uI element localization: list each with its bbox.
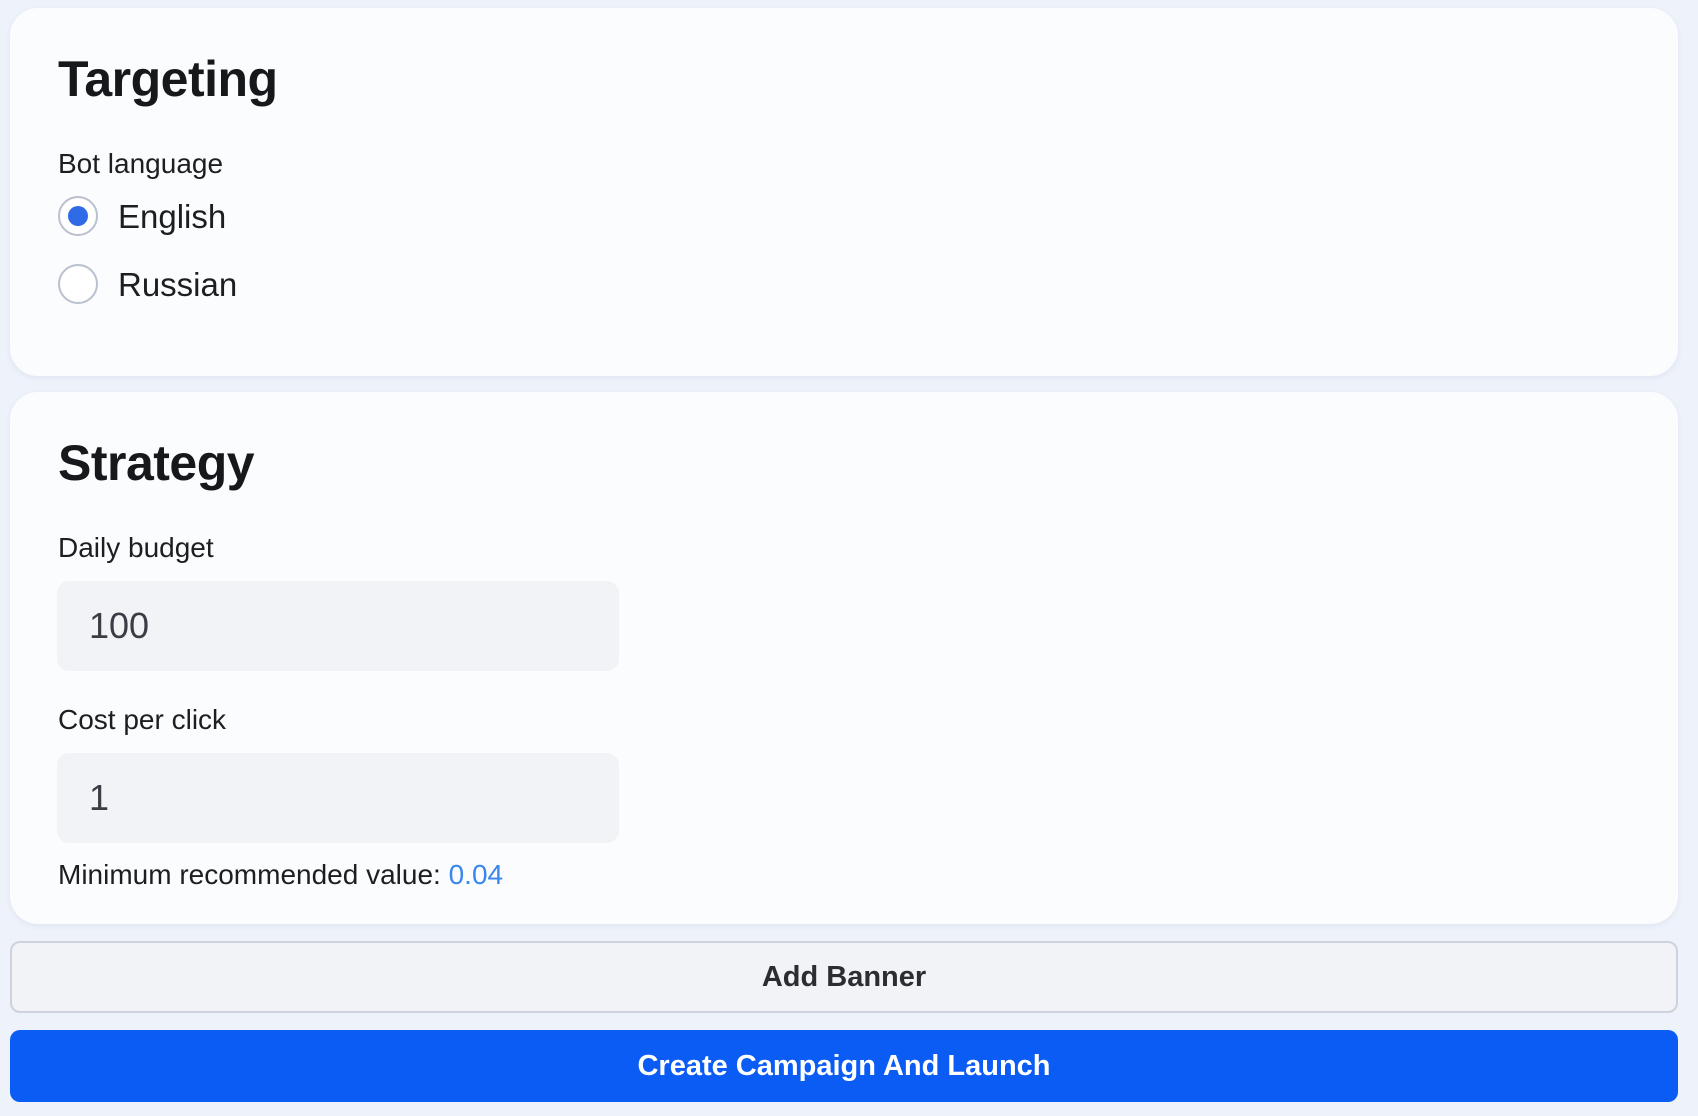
min-recommended-value: 0.04 — [448, 859, 504, 890]
radio-english-label[interactable]: English — [118, 200, 226, 233]
bot-language-label: Bot language — [58, 148, 224, 179]
radio-selected-dot-icon — [68, 206, 88, 226]
radio-english-icon[interactable] — [58, 196, 98, 236]
create-campaign-and-launch-button[interactable]: Create Campaign And Launch — [10, 1030, 1678, 1102]
radio-russian-icon[interactable] — [58, 264, 98, 304]
radio-option-english[interactable]: English — [58, 196, 226, 236]
strategy-card: Strategy Daily budget Cost per click Min… — [10, 392, 1678, 924]
min-recommended-hint: Minimum recommended value: 0.04 — [58, 861, 503, 889]
targeting-card: Targeting Bot language English Russian — [10, 8, 1678, 376]
daily-budget-input[interactable] — [57, 581, 619, 671]
radio-option-russian[interactable]: Russian — [58, 264, 237, 304]
radio-russian-label[interactable]: Russian — [118, 268, 237, 301]
daily-budget-label: Daily budget — [58, 532, 214, 563]
cost-per-click-input[interactable] — [57, 753, 619, 843]
min-recommended-hint-text: Minimum recommended value: — [58, 859, 449, 890]
targeting-title: Targeting — [58, 51, 278, 107]
strategy-title: Strategy — [58, 435, 255, 491]
cost-per-click-label: Cost per click — [58, 704, 227, 735]
add-banner-button[interactable]: Add Banner — [10, 941, 1678, 1013]
